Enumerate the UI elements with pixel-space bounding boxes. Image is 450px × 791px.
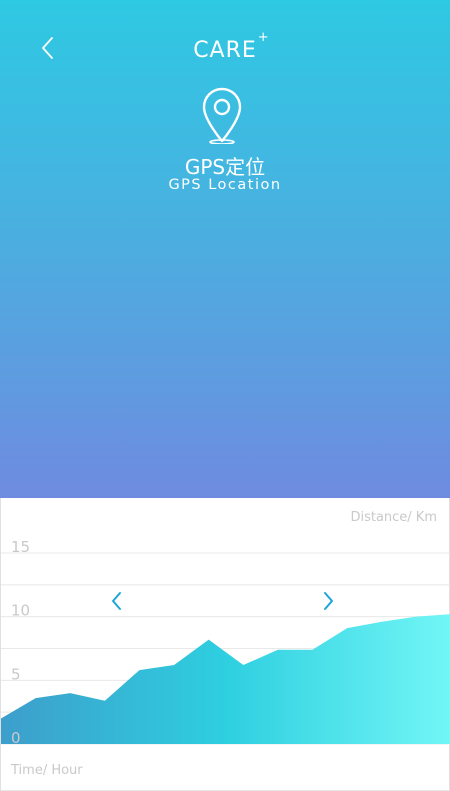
distance-chart-panel: Distance/ Km 0 5 10 15 Time/ Hour: [0, 498, 450, 791]
location-pin-icon: [202, 87, 242, 144]
chevron-left-icon: [112, 592, 121, 610]
app-logo: CARE +: [0, 30, 450, 63]
x-axis-label: Time/ Hour: [11, 763, 83, 778]
y-tick-label: 10: [11, 602, 30, 620]
prev-button[interactable]: [112, 592, 121, 610]
y-tick-label: 0: [11, 729, 21, 747]
distance-area-chart: 0 5 10 15: [1, 538, 450, 747]
brand-superscript: +: [257, 30, 270, 45]
page-subtitle: GPS Location: [168, 177, 282, 193]
chevron-right-icon: [324, 592, 333, 610]
y-tick-label: 15: [11, 538, 30, 556]
brand-name: CARE: [193, 38, 257, 63]
next-button[interactable]: [324, 592, 333, 610]
y-tick-label: 5: [11, 665, 21, 683]
header-banner: CARE + GPS定位 GPS Location: [0, 0, 450, 498]
distance-area-series: [1, 614, 450, 744]
page-title: GPS定位: [184, 155, 266, 179]
